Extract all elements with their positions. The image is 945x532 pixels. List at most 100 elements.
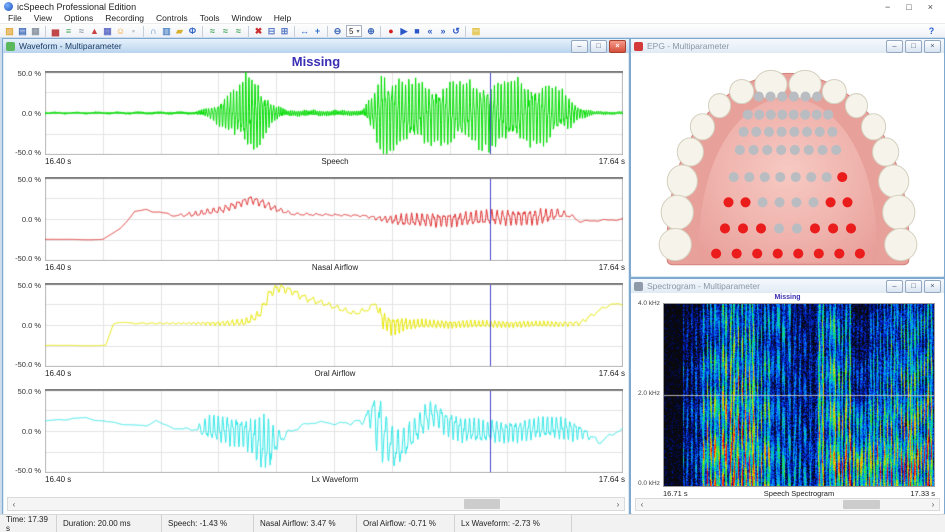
spec-scroll-left-icon[interactable]: ‹ xyxy=(636,500,648,509)
waveform-panel-oral-airflow: 50.0 %0.0 %-50.0 % xyxy=(7,283,625,367)
spectrogram-close-button[interactable]: × xyxy=(924,280,941,293)
annotate-icon[interactable]: ▰ xyxy=(173,25,186,37)
help-icon[interactable]: ? xyxy=(925,25,938,37)
zoom-level-dropdown[interactable]: 5▾ xyxy=(346,25,362,37)
epg-window-titlebar[interactable]: EPG - Multiparameter – □ × xyxy=(631,39,944,53)
wave-display-icon[interactable]: ≈ xyxy=(75,25,88,37)
waveform-restore-button[interactable]: □ xyxy=(590,40,607,53)
waveform-scroll-thumb[interactable] xyxy=(464,499,500,509)
spectrogram-window-titlebar[interactable]: Spectrogram - Multiparameter – □ × xyxy=(631,279,944,293)
waveform-plot-nasal-airflow[interactable] xyxy=(45,177,623,261)
zoom-in-icon[interactable]: ⊕ xyxy=(364,25,377,37)
y-axis-min-label: -50.0 % xyxy=(15,360,41,369)
phonetics-icon[interactable]: Φ xyxy=(186,25,199,37)
rewind-icon[interactable]: « xyxy=(423,25,436,37)
print-icon[interactable]: ▦ xyxy=(29,25,42,37)
statusbar: Time: 17.39 sDuration: 20.00 msSpeech: -… xyxy=(0,514,945,532)
y-axis-zero-label: 0.0 % xyxy=(22,109,41,118)
toolbar-separator xyxy=(248,26,249,37)
epg-maximize-button[interactable]: □ xyxy=(905,40,922,53)
status-cell-5: Lx Waveform: -2.73 % xyxy=(455,515,572,532)
split-vertical-icon[interactable]: ⊞ xyxy=(278,25,291,37)
spectrogram-time-start: 16.71 s xyxy=(663,489,723,498)
y-axis-max-label: 50.0 % xyxy=(18,281,41,290)
scroll-right-icon[interactable]: › xyxy=(612,500,624,509)
status-cell-2: Speech: -1.43 % xyxy=(162,515,254,532)
sync-wave-icon[interactable]: ≈ xyxy=(232,25,245,37)
y-axis-max-label: 50.0 % xyxy=(18,387,41,396)
grid-display-icon[interactable]: ▦ xyxy=(101,25,114,37)
epg-minimize-button[interactable]: – xyxy=(886,40,903,53)
waveform-plot-lx-waveform[interactable] xyxy=(45,389,623,473)
fast-forward-icon[interactable]: » xyxy=(436,25,449,37)
layout-icon[interactable]: ▥ xyxy=(160,25,173,37)
epg-electrode-r7-c8 xyxy=(845,223,855,233)
play-icon[interactable]: ▶ xyxy=(397,25,410,37)
loop-icon[interactable]: ↺ xyxy=(449,25,462,37)
waveform-scroll-track[interactable] xyxy=(20,498,612,510)
epg-close-button[interactable]: × xyxy=(924,40,941,53)
delete-icon[interactable]: ✖ xyxy=(252,25,265,37)
center-cursor-icon[interactable]: + xyxy=(311,25,324,37)
spectrogram-minimize-button[interactable]: – xyxy=(886,280,903,293)
y-axis-min-label: -50.0 % xyxy=(15,148,41,157)
spectrogram-scroll-thumb[interactable] xyxy=(843,500,879,509)
waveform-scrollbar[interactable]: ‹ › xyxy=(7,497,625,511)
record-icon[interactable]: ● xyxy=(384,25,397,37)
minimize-button[interactable]: − xyxy=(885,2,890,12)
chevron-down-icon: ▾ xyxy=(356,28,359,35)
disabled-module-icon[interactable]: ▪ xyxy=(127,25,140,37)
scroll-left-icon[interactable]: ‹ xyxy=(8,500,20,509)
menu-item-recording[interactable]: Recording xyxy=(99,13,150,23)
bar-chart-icon[interactable]: ▅ xyxy=(49,25,62,37)
menu-item-view[interactable]: View xyxy=(28,13,58,23)
epg-electrode-r5-c3 xyxy=(759,172,769,182)
menu-item-controls[interactable]: Controls xyxy=(150,13,194,23)
close-button[interactable]: × xyxy=(928,2,933,12)
epg-electrode-r6-c2 xyxy=(740,197,750,207)
epg-electrode-r3-c4 xyxy=(776,127,786,137)
waveform-close-button[interactable]: × xyxy=(609,40,626,53)
menu-item-tools[interactable]: Tools xyxy=(194,13,226,23)
epg-electrode-r4-c1 xyxy=(734,145,744,155)
epg-electrode-r2-c3 xyxy=(765,110,775,120)
open-file-icon[interactable]: ▨ xyxy=(3,25,16,37)
panel-title: Lx Waveform xyxy=(115,475,555,484)
games-icon[interactable]: ☺ xyxy=(114,25,127,37)
export-wave-icon[interactable]: ≈ xyxy=(219,25,232,37)
spectrogram-plot[interactable] xyxy=(663,303,935,487)
waveform-plot-speech[interactable] xyxy=(45,71,623,155)
zoom-out-icon[interactable]: ⊖ xyxy=(331,25,344,37)
toolbar-separator xyxy=(143,26,144,37)
waveform-minimize-button[interactable]: – xyxy=(571,40,588,53)
epg-electrode-r2-c8 xyxy=(823,110,833,120)
spectrogram-scroll-track[interactable] xyxy=(648,499,927,510)
menu-item-help[interactable]: Help xyxy=(268,13,297,23)
epg-electrode-r8-c4 xyxy=(772,249,782,259)
save-file-icon[interactable]: ▤ xyxy=(16,25,29,37)
menu-item-window[interactable]: Window xyxy=(226,13,268,23)
levels-icon[interactable]: ≡ xyxy=(62,25,75,37)
import-wave-icon[interactable]: ≈ xyxy=(206,25,219,37)
maximize-button[interactable]: □ xyxy=(906,2,911,12)
epg-window-icon xyxy=(634,42,643,51)
pitch-marker-icon[interactable]: ▲ xyxy=(88,25,101,37)
snapshot-icon[interactable]: ∩ xyxy=(147,25,160,37)
epg-electrode-r3-c5 xyxy=(789,127,799,137)
waveform-window-titlebar[interactable]: Waveform - Multiparameter – □ × xyxy=(3,39,629,53)
freq-label-bottom: 0.0 kHz xyxy=(633,480,660,487)
epg-electrode-r5-c4 xyxy=(775,172,785,182)
menu-item-options[interactable]: Options xyxy=(58,13,99,23)
epg-electrode-r1-c1 xyxy=(753,92,763,102)
waveform-panel-nasal-airflow: 50.0 %0.0 %-50.0 % xyxy=(7,177,625,261)
spec-scroll-right-icon[interactable]: › xyxy=(927,500,939,509)
titlebar[interactable]: icSpeech Professional Edition − □ × xyxy=(0,0,945,13)
fit-width-icon[interactable]: ↔ xyxy=(298,25,311,37)
spectrogram-scrollbar[interactable]: ‹ › xyxy=(635,498,940,511)
waveform-plot-oral-airflow[interactable] xyxy=(45,283,623,367)
stop-icon[interactable]: ■ xyxy=(410,25,423,37)
menu-item-file[interactable]: File xyxy=(2,13,28,23)
notes-icon[interactable]: ▤ xyxy=(469,25,482,37)
split-horizontal-icon[interactable]: ⊟ xyxy=(265,25,278,37)
spectrogram-maximize-button[interactable]: □ xyxy=(905,280,922,293)
